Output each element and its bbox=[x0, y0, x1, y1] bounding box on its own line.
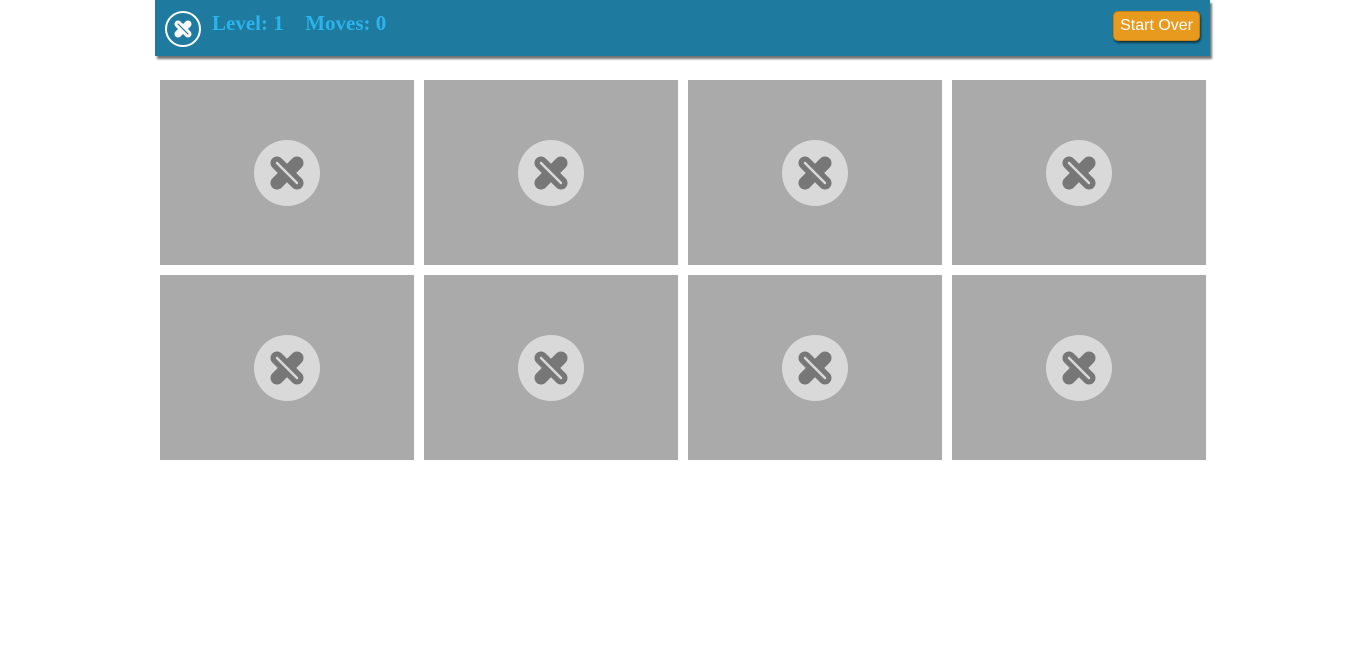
x-logo-icon bbox=[254, 140, 320, 206]
x-logo-icon bbox=[165, 11, 201, 47]
game-stats: Level: 1 Moves: 0 bbox=[212, 11, 386, 36]
x-logo-icon bbox=[254, 335, 320, 401]
x-logo-icon bbox=[1046, 335, 1112, 401]
card-1[interactable] bbox=[160, 80, 414, 265]
game-header: Level: 1 Moves: 0 Start Over bbox=[155, 0, 1210, 56]
card-8[interactable] bbox=[952, 275, 1206, 460]
card-5[interactable] bbox=[160, 275, 414, 460]
card-board bbox=[160, 80, 1206, 460]
x-logo-icon bbox=[518, 140, 584, 206]
card-3[interactable] bbox=[688, 80, 942, 265]
x-logo-icon bbox=[782, 335, 848, 401]
x-logo-icon bbox=[518, 335, 584, 401]
x-logo-icon bbox=[782, 140, 848, 206]
moves-value: 0 bbox=[375, 11, 387, 35]
start-over-button[interactable]: Start Over bbox=[1113, 11, 1200, 41]
card-7[interactable] bbox=[688, 275, 942, 460]
level-value: 1 bbox=[273, 11, 284, 35]
level-label: Level: bbox=[212, 11, 268, 35]
card-6[interactable] bbox=[424, 275, 678, 460]
moves-label: Moves: bbox=[305, 11, 371, 35]
card-2[interactable] bbox=[424, 80, 678, 265]
card-4[interactable] bbox=[952, 80, 1206, 265]
x-logo-icon bbox=[1046, 140, 1112, 206]
